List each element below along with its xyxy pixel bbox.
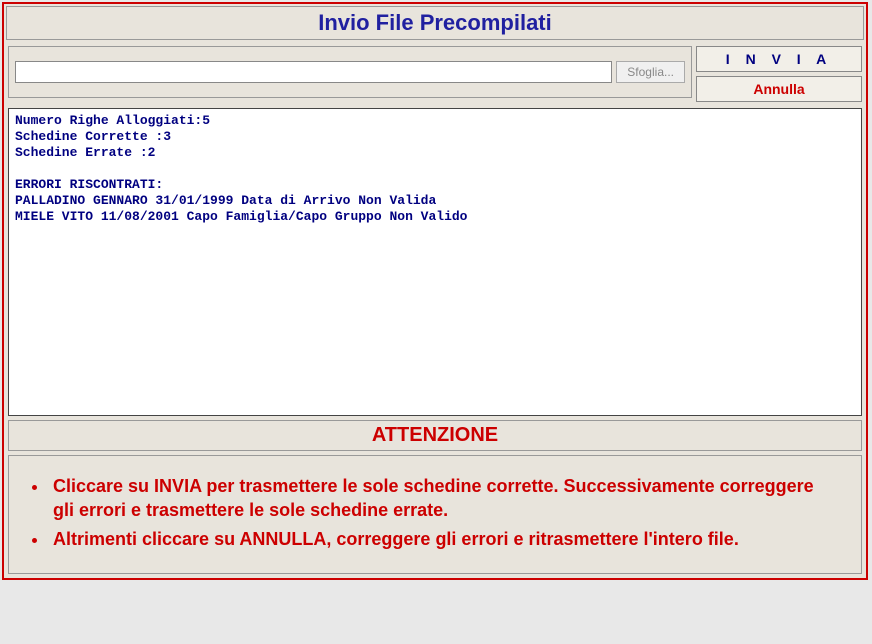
log-output[interactable]: Numero Righe Alloggiati:5 Schedine Corre…	[8, 108, 862, 416]
invia-button[interactable]: I N V I A	[696, 46, 862, 72]
attention-heading: ATTENZIONE	[372, 424, 498, 446]
annulla-button[interactable]: Annulla	[696, 76, 862, 102]
browse-button[interactable]: Sfoglia...	[616, 61, 685, 83]
action-buttons: I N V I A Annulla	[696, 46, 862, 102]
instruction-item: Cliccare su INVIA per trasmettere le sol…	[49, 474, 833, 523]
attention-bar: ATTENZIONE	[8, 420, 862, 451]
title-bar: Invio File Precompilati	[6, 6, 864, 40]
page-title: Invio File Precompilati	[318, 10, 552, 35]
instructions-box: Cliccare su INVIA per trasmettere le sol…	[8, 455, 862, 574]
upload-row: Sfoglia... I N V I A Annulla	[6, 44, 864, 104]
upload-panel: Sfoglia...	[8, 46, 692, 98]
file-path-input[interactable]	[15, 61, 612, 83]
main-frame: Invio File Precompilati Sfoglia... I N V…	[2, 2, 868, 580]
instructions-list: Cliccare su INVIA per trasmettere le sol…	[49, 474, 833, 551]
instruction-item: Altrimenti cliccare su ANNULLA, corregge…	[49, 527, 833, 551]
